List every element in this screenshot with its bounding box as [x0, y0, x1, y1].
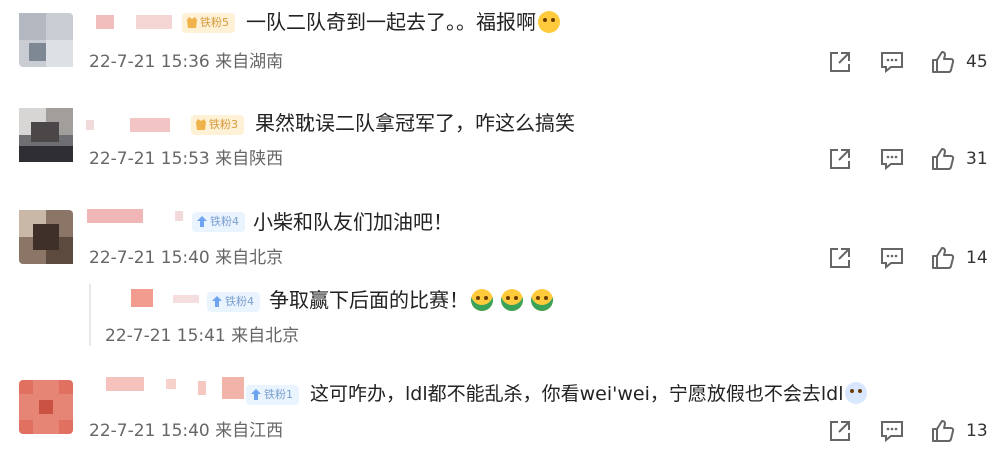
comment-icon[interactable] [879, 146, 905, 172]
avatar[interactable] [19, 380, 73, 434]
comment-icon[interactable] [879, 245, 905, 271]
like-count: 45 [966, 52, 988, 72]
location: 来自江西 [215, 421, 284, 441]
fan-badge-icon [187, 17, 197, 28]
location: 来自北京 [215, 248, 284, 268]
comment-meta: 22-7-21 15:40 来自北京 [89, 247, 283, 269]
share-icon[interactable] [827, 49, 853, 75]
comment-icon[interactable] [879, 49, 905, 75]
thumbs-up-icon[interactable] [930, 146, 956, 172]
timestamp: 22-7-21 15:41 [105, 326, 226, 346]
comment-icon[interactable] [879, 418, 905, 444]
location: 来自陕西 [215, 149, 284, 169]
badge-label: 铁粉5 [200, 16, 229, 29]
username-blurred[interactable] [96, 15, 176, 29]
avatar[interactable] [19, 210, 73, 264]
fan-badge: 铁粉4 [207, 292, 260, 312]
username-blurred[interactable] [106, 377, 246, 399]
avatar[interactable] [19, 108, 73, 162]
username-blurred[interactable] [86, 118, 186, 132]
fan-badge-icon [197, 216, 207, 227]
badge-label: 铁粉4 [225, 295, 254, 308]
comment-text: 一队二队奇到一起去了。。福报啊 [246, 10, 560, 34]
fan-badge: 铁粉5 [182, 13, 235, 33]
like-count: 31 [966, 149, 988, 169]
location: 来自湖南 [215, 52, 284, 72]
reply-divider [89, 284, 91, 346]
cheer-emoji-icon [471, 289, 493, 311]
comment-item: 铁粉1 这可咋办，ldl都不能乱杀，你看wei'wei，宁愿放假也不会去ldl … [0, 354, 1000, 456]
comment-meta: 22-7-21 15:53 来自陕西 [89, 148, 283, 170]
username-blurred[interactable] [87, 209, 187, 223]
comment-text: 果然耽误二队拿冠军了，咋这么搞笑 [255, 111, 575, 135]
timestamp: 22-7-21 15:40 [89, 421, 210, 441]
timestamp: 22-7-21 15:40 [89, 248, 210, 268]
badge-label: 铁粉1 [264, 388, 293, 401]
like-count: 13 [966, 421, 988, 441]
fan-badge: 铁粉1 [246, 385, 299, 405]
fan-badge-icon [212, 296, 222, 307]
reply-meta: 22-7-21 15:41 来自北京 [105, 325, 299, 347]
avatar[interactable] [19, 13, 73, 67]
fan-badge: 铁粉4 [192, 212, 245, 232]
timestamp: 22-7-21 15:53 [89, 149, 210, 169]
badge-label: 铁粉4 [210, 215, 239, 228]
fan-badge-icon [251, 389, 261, 400]
comment-text: 小柴和队友们加油吧！ [253, 210, 453, 234]
timestamp: 22-7-21 15:36 [89, 52, 210, 72]
share-icon[interactable] [827, 245, 853, 271]
comment-item: 铁粉5 一队二队奇到一起去了。。福报啊 22-7-21 15:36 来自湖南 4… [0, 0, 1000, 95]
like-count: 14 [966, 248, 988, 268]
comment-text: 这可咋办，ldl都不能乱杀，你看wei'wei，宁愿放假也不会去ldl [310, 382, 868, 406]
comment-item: 铁粉4 小柴和队友们加油吧！ 22-7-21 15:40 来自北京 14 铁粉4… [0, 194, 1000, 354]
shocked-emoji-icon [845, 382, 868, 404]
cheer-emoji-icon [531, 289, 553, 311]
cheer-emoji-icon [501, 289, 523, 311]
location: 来自北京 [231, 326, 300, 346]
thumbs-up-icon[interactable] [930, 418, 956, 444]
comment-meta: 22-7-21 15:36 来自湖南 [89, 51, 283, 73]
thumbs-up-icon[interactable] [930, 245, 956, 271]
fan-badge: 铁粉3 [191, 115, 244, 135]
share-icon[interactable] [827, 146, 853, 172]
thumbs-up-icon[interactable] [930, 49, 956, 75]
reply-text: 争取赢下后面的比赛！ [269, 288, 553, 312]
reply-username-blurred[interactable] [131, 289, 206, 307]
laughing-emoji-icon [538, 11, 560, 33]
comment-item: 铁粉3 果然耽误二队拿冠军了，咋这么搞笑 22-7-21 15:53 来自陕西 … [0, 95, 1000, 194]
fan-badge-icon [196, 119, 206, 130]
comment-meta: 22-7-21 15:40 来自江西 [89, 420, 283, 442]
badge-label: 铁粉3 [209, 118, 238, 131]
share-icon[interactable] [827, 418, 853, 444]
